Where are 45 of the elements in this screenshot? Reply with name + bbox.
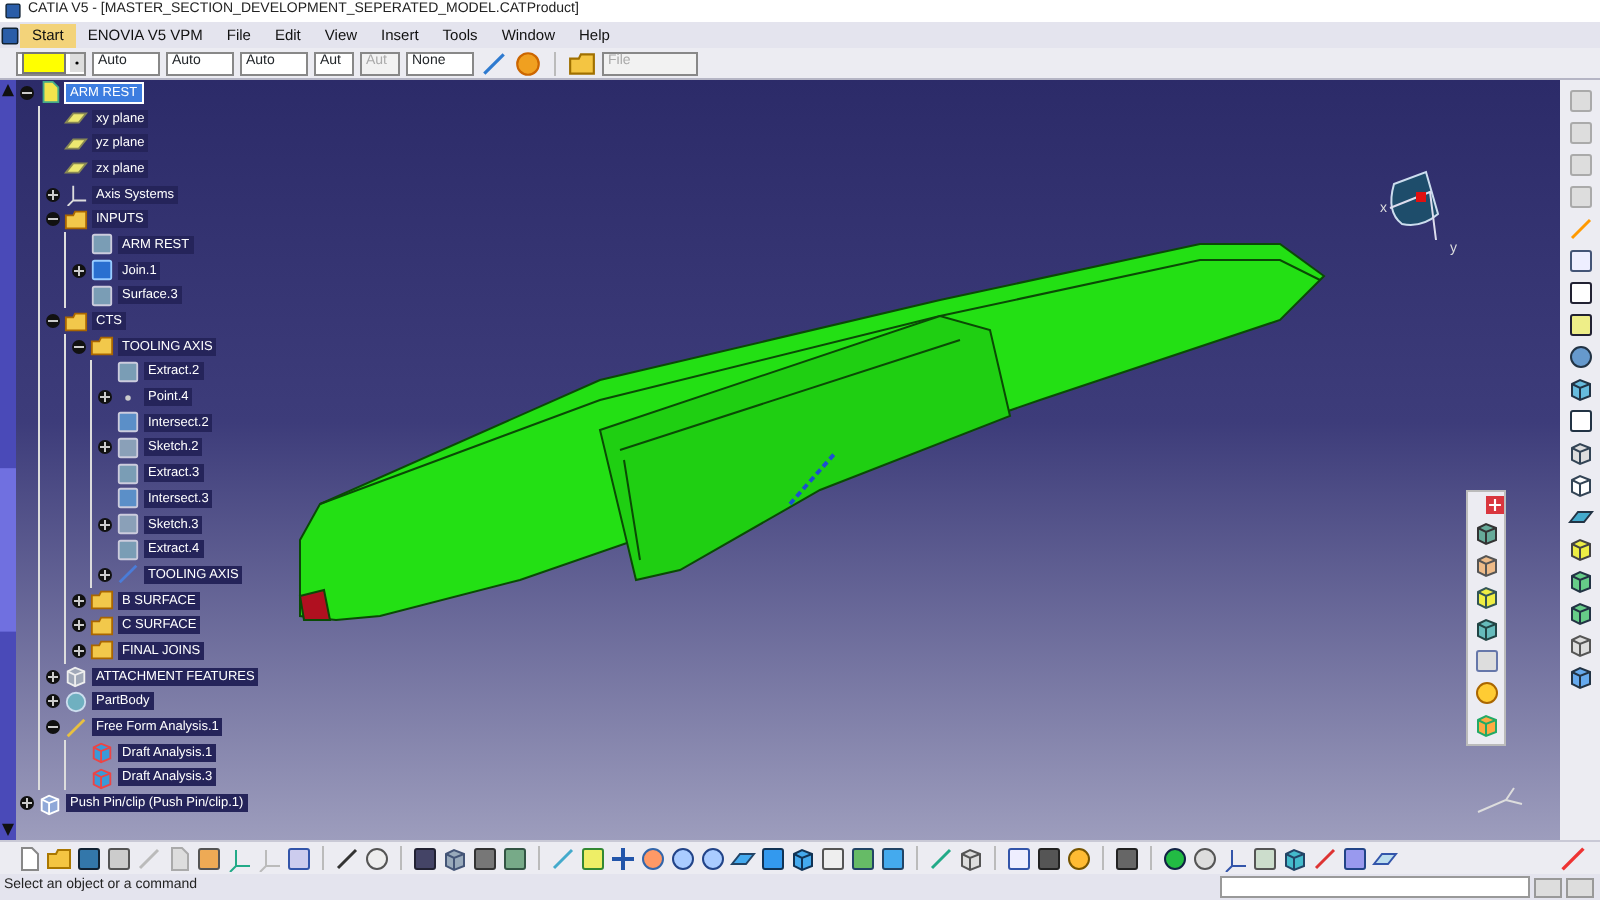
tree-node-icon[interactable]	[64, 207, 88, 232]
tree-node-icon[interactable]	[64, 309, 88, 334]
solid-icon[interactable]	[1473, 552, 1499, 578]
expander-icon[interactable]	[98, 440, 112, 455]
expander-icon[interactable]	[46, 694, 60, 709]
command-field[interactable]	[1220, 876, 1530, 898]
tree-node-icon[interactable]	[38, 80, 62, 105]
expander-icon[interactable]	[72, 339, 86, 354]
arm-rest-part-drawing[interactable]	[298, 243, 1326, 621]
tree-node-icon[interactable]	[90, 638, 114, 663]
expander-icon[interactable]	[98, 567, 112, 582]
expander-icon[interactable]	[46, 720, 60, 735]
expander-icon[interactable]	[72, 593, 86, 608]
expander-icon[interactable]	[98, 517, 112, 532]
expander-icon[interactable]	[46, 314, 60, 329]
scroll-bar[interactable]	[0, 80, 16, 840]
sphere-icon[interactable]	[1162, 845, 1188, 871]
tree-node-icon[interactable]	[90, 740, 114, 765]
tree-node-icon[interactable]	[90, 613, 114, 638]
expander-icon[interactable]	[46, 187, 60, 202]
solid-icon[interactable]	[1473, 616, 1499, 642]
tree-node-icon[interactable]	[90, 334, 114, 359]
tree-node-icon[interactable]	[90, 258, 114, 283]
tree-node-icon[interactable]	[116, 562, 140, 587]
expander-icon[interactable]	[72, 263, 86, 278]
tree-node-icon[interactable]	[64, 715, 88, 740]
expander-icon[interactable]	[98, 390, 112, 405]
solid-icon[interactable]	[1473, 520, 1499, 546]
expander-icon[interactable]	[72, 618, 86, 633]
expander-icon[interactable]	[46, 212, 60, 227]
solid-icon[interactable]	[1567, 600, 1593, 626]
tree-node-icon[interactable]	[90, 588, 114, 613]
color-dropdown[interactable]	[16, 51, 86, 75]
solid-icon[interactable]	[1567, 632, 1593, 658]
tree-node-icon[interactable]	[90, 765, 114, 790]
expander-icon[interactable]	[46, 669, 60, 684]
solid-icon[interactable]	[1567, 664, 1593, 690]
solid-icon[interactable]	[1473, 584, 1499, 610]
close-button[interactable]	[1485, 496, 1503, 514]
close-icon	[1487, 498, 1501, 512]
solid-icon[interactable]	[1567, 568, 1593, 594]
expander-icon[interactable]	[20, 85, 34, 100]
expander-icon[interactable]	[20, 796, 34, 811]
axis-icon[interactable]	[1222, 845, 1248, 871]
expander-icon[interactable]	[72, 643, 86, 658]
